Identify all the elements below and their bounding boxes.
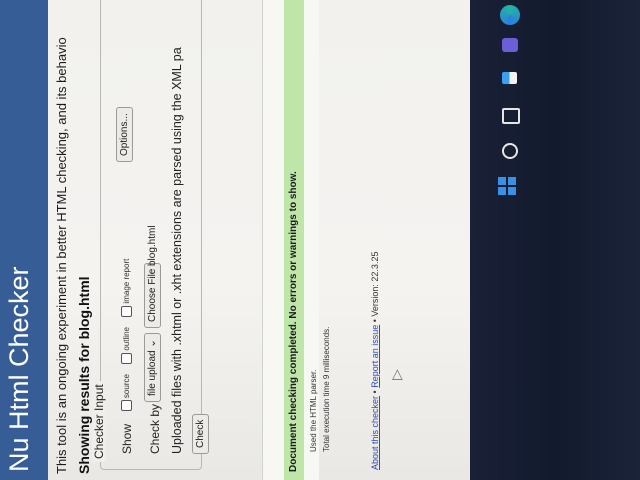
parser-note: Used the HTML parser.	[309, 369, 318, 452]
teams-chat-icon[interactable]	[502, 38, 518, 52]
version-text: Version: 22.3.25	[370, 251, 380, 317]
report-issue-link[interactable]: Report an issue	[370, 325, 380, 388]
chosen-file-name: blog.html	[147, 225, 158, 266]
execution-time: Total execution time 9 milliseconds.	[322, 326, 331, 452]
outline-checkbox-label: outline	[122, 327, 132, 351]
check-by-row: Check by	[146, 404, 164, 454]
check-by-select-value: file upload	[147, 350, 158, 396]
outline-checkbox[interactable]	[121, 352, 133, 364]
search-icon[interactable]	[502, 143, 518, 159]
footer-separator-2: •	[370, 316, 380, 325]
source-checkbox[interactable]	[121, 400, 133, 412]
footer-separator-1: •	[370, 387, 380, 396]
task-view-icon[interactable]	[502, 108, 520, 124]
show-label: Show	[120, 423, 134, 454]
check-button[interactable]: Check	[192, 413, 209, 454]
checker-input-legend: Checker Input	[92, 381, 106, 462]
widgets-icon[interactable]	[502, 72, 517, 84]
options-button[interactable]: Options...	[116, 107, 133, 162]
browser-page: Nu Html Checker This tool is an ongoing …	[0, 0, 470, 480]
intro-text: This tool is an ongoing experiment in be…	[54, 37, 69, 474]
windows-start-icon[interactable]	[498, 177, 516, 195]
showing-results-heading: Showing results for blog.html	[76, 276, 92, 474]
show-row: Show source outline image report	[118, 253, 136, 454]
edge-icon[interactable]	[500, 5, 520, 25]
check-by-select[interactable]: file upload ⌄	[144, 333, 161, 402]
footer: About this checker • Report an issue • V…	[370, 252, 380, 470]
taskbar	[470, 0, 640, 480]
image-report-checkbox[interactable]	[121, 305, 133, 317]
page-title: Nu Html Checker	[4, 266, 34, 472]
chevron-down-icon: ⌄	[147, 339, 158, 348]
check-by-label: Check by	[148, 403, 162, 454]
image-report-checkbox-label: image report	[122, 258, 132, 304]
upload-note: Uploaded files with .xhtml or .xht exten…	[170, 47, 184, 454]
choose-file-button[interactable]: Choose File	[144, 262, 161, 328]
about-checker-link[interactable]: About this checker	[370, 396, 380, 470]
header-banner: Nu Html Checker	[0, 0, 48, 480]
success-message: Document checking completed. No errors o…	[288, 171, 299, 472]
mouse-cursor-icon: ▷	[388, 369, 404, 380]
source-checkbox-label: source	[122, 374, 132, 399]
